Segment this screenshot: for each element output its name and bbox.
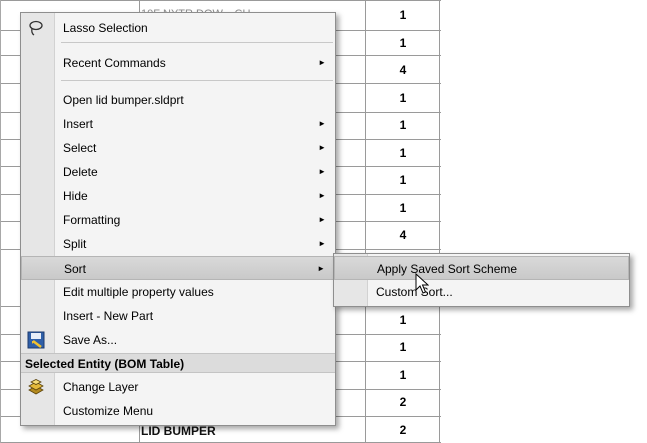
table-cell-qty[interactable]: 1 <box>367 113 439 138</box>
menu-item-apply-saved-sort-scheme[interactable]: Apply Saved Sort Scheme <box>334 256 629 280</box>
menu-item-delete[interactable]: Delete ► <box>21 160 335 184</box>
menu-item-change-layer[interactable]: Change Layer <box>21 375 335 399</box>
table-cell-qty[interactable]: 4 <box>367 58 439 83</box>
table-cell-qty[interactable]: 1 <box>367 3 439 28</box>
menu-item-open-part[interactable]: Open lid bumper.sldprt <box>21 88 335 112</box>
table-cell-qty[interactable]: 1 <box>367 31 439 56</box>
menu-item-label: Delete <box>63 165 98 179</box>
menu-item-select[interactable]: Select ► <box>21 136 335 160</box>
submenu-arrow-icon: ► <box>318 58 326 67</box>
menu-item-label: Hide <box>63 189 88 203</box>
submenu-arrow-icon: ► <box>318 215 326 224</box>
menu-item-label: Edit multiple property values <box>63 285 214 299</box>
menu-item-label: Split <box>63 237 87 251</box>
table-column-divider <box>439 0 440 443</box>
table-row-divider <box>1 0 441 1</box>
menu-item-edit-multiple-property-values[interactable]: Edit multiple property values <box>21 280 335 304</box>
menu-item-label: Insert - New Part <box>63 309 154 323</box>
menu-item-custom-sort[interactable]: Custom Sort... <box>334 280 629 304</box>
table-cell-qty[interactable]: 1 <box>367 196 439 221</box>
table-cell-qty[interactable]: 2 <box>367 418 439 443</box>
menu-item-customize-menu[interactable]: Customize Menu <box>21 399 335 423</box>
layer-icon <box>27 378 45 396</box>
menu-item-lasso-selection[interactable]: Lasso Selection <box>21 16 335 40</box>
menu-item-label: Select <box>63 141 97 155</box>
menu-separator <box>61 80 333 81</box>
table-cell-qty[interactable]: 1 <box>367 335 439 360</box>
menu-item-save-as[interactable]: Save As... <box>21 328 335 352</box>
menu-item-label: Recent Commands <box>63 56 166 70</box>
mouse-pointer-icon <box>415 272 430 295</box>
menu-section-header: Selected Entity (BOM Table) <box>21 353 335 373</box>
menu-separator <box>61 42 333 43</box>
table-cell-qty[interactable]: 1 <box>367 86 439 111</box>
submenu-arrow-icon: ► <box>318 239 326 248</box>
menu-item-label: Apply Saved Sort Scheme <box>377 262 518 276</box>
save-as-icon <box>27 331 45 349</box>
menu-item-label: Sort <box>64 262 87 276</box>
table-cell-qty[interactable]: 4 <box>367 223 439 248</box>
menu-item-insert[interactable]: Insert ► <box>21 112 335 136</box>
menu-item-label: Open lid bumper.sldprt <box>63 93 184 107</box>
menu-item-split[interactable]: Split ► <box>21 232 335 256</box>
submenu-arrow-icon: ► <box>318 119 326 128</box>
table-cell-qty[interactable]: 2 <box>367 390 439 415</box>
menu-item-sort[interactable]: Sort ► <box>21 256 335 280</box>
menu-item-label: Formatting <box>63 213 121 227</box>
menu-item-hide[interactable]: Hide ► <box>21 184 335 208</box>
submenu-arrow-icon: ► <box>318 143 326 152</box>
table-cell-qty[interactable]: 1 <box>367 168 439 193</box>
menu-item-insert-new-part[interactable]: Insert - New Part <box>21 304 335 328</box>
sort-submenu: Apply Saved Sort Scheme Custom Sort... <box>333 253 630 307</box>
menu-item-label: Change Layer <box>63 380 139 394</box>
menu-item-label: Customize Menu <box>63 404 154 418</box>
table-cell-qty[interactable]: 1 <box>367 308 439 333</box>
menu-item-formatting[interactable]: Formatting ► <box>21 208 335 232</box>
submenu-arrow-icon: ► <box>318 191 326 200</box>
submenu-arrow-icon: ► <box>317 264 325 273</box>
table-column-divider <box>365 0 366 443</box>
table-cell-qty[interactable]: 1 <box>367 363 439 388</box>
submenu-arrow-icon: ► <box>318 167 326 176</box>
lasso-icon <box>27 19 45 37</box>
context-menu: Lasso Selection Recent Commands ► Open l… <box>20 12 336 426</box>
menu-item-label: Insert <box>63 117 94 131</box>
table-cell-qty[interactable]: 1 <box>367 141 439 166</box>
menu-item-label: Save As... <box>63 333 118 347</box>
menu-item-label: Lasso Selection <box>63 21 148 35</box>
menu-item-recent-commands[interactable]: Recent Commands ► <box>21 51 335 75</box>
